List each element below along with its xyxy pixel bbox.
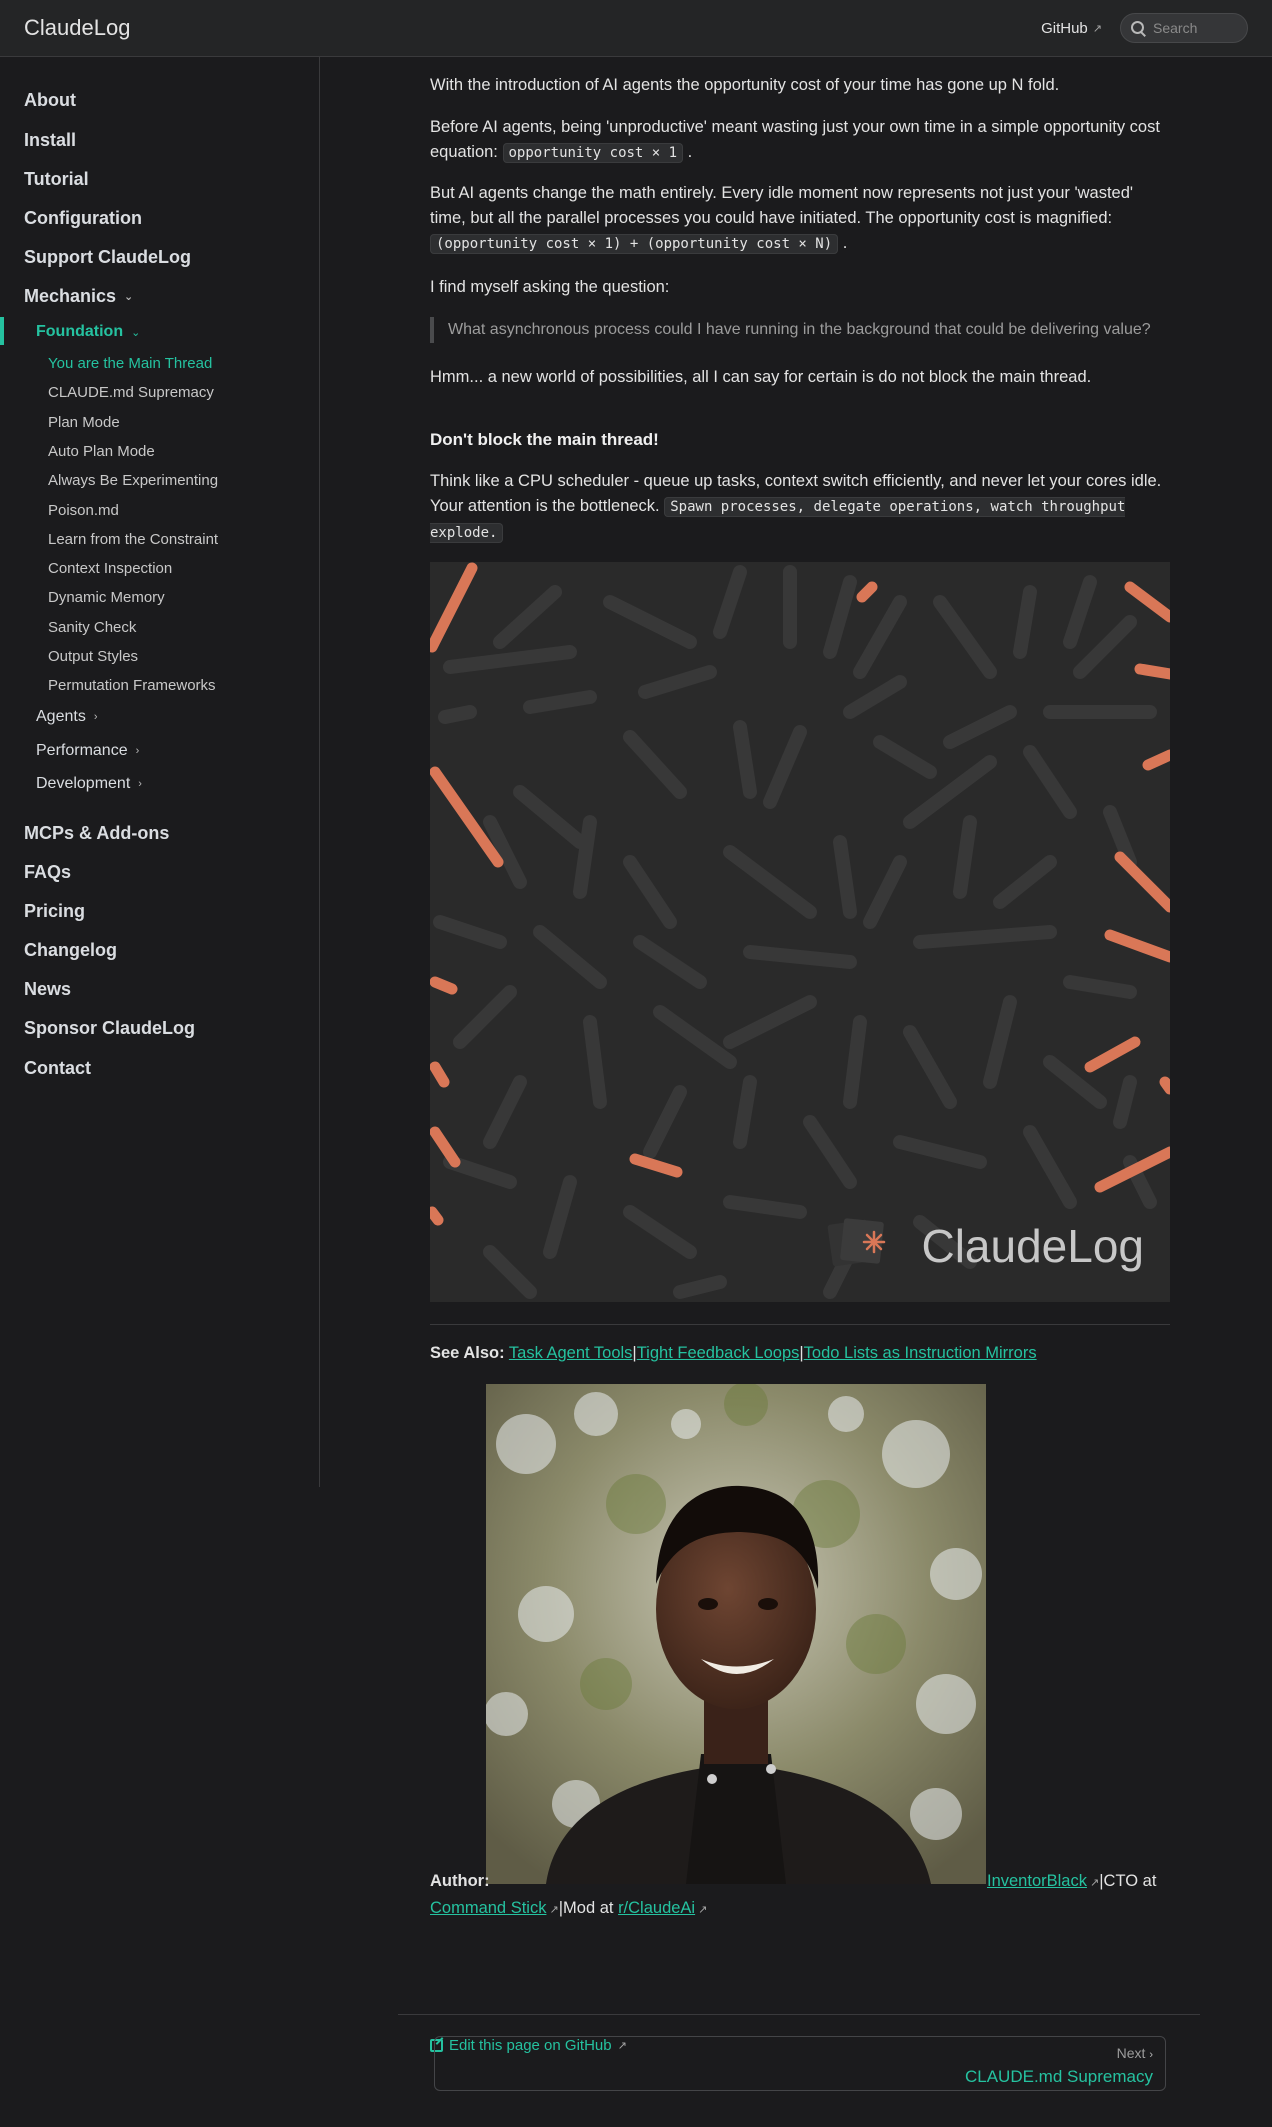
inline-code: opportunity cost × 1 — [502, 143, 684, 163]
sidebar-item-main-thread[interactable]: You are the Main Thread — [48, 355, 212, 372]
sidebar-item-tutorial[interactable]: Tutorial — [24, 169, 89, 190]
github-label: GitHub — [1041, 19, 1088, 37]
sidebar-item-performance[interactable]: Performance › — [36, 742, 139, 760]
paragraph-agents-math: But AI agents change the math entirely. … — [430, 184, 1134, 254]
author-line: Author: InventorBlack ↗|CTO at Command St… — [430, 1869, 1170, 1923]
sidebar-item-label: Performance — [36, 742, 128, 759]
sidebar-item-label: Tutorial — [24, 169, 89, 189]
paragraph-cpu-scheduler: Think like a CPU scheduler - queue up ta… — [430, 469, 1170, 546]
external-link-icon: ↗ — [1092, 22, 1102, 35]
paragraph-intro: With the introduction of AI agents the o… — [430, 76, 1060, 94]
section-heading: Don't block the main thread! — [430, 430, 659, 449]
sidebar-item-label: Agents — [36, 708, 86, 725]
sidebar-item-label: About — [24, 90, 76, 110]
author-link[interactable]: InventorBlack — [987, 1872, 1087, 1890]
top-navbar: ClaudeLog GitHub ↗ Search — [0, 0, 1272, 57]
paragraph-before-agents: Before AI agents, being 'unproductive' m… — [430, 118, 1160, 163]
sidebar-item-plan-mode[interactable]: Plan Mode — [48, 414, 120, 431]
pagination-next-title: CLAUDE.md Supremacy — [964, 2067, 1153, 2086]
see-also: See Also: Task Agent Tools|Tight Feedbac… — [430, 1344, 1037, 1362]
sidebar-item-foundation[interactable]: Foundation ⌄ — [36, 323, 140, 341]
sidebar-item-label: Foundation — [36, 323, 124, 340]
sidebar-item-claude-md-supremacy[interactable]: CLAUDE.md Supremacy — [48, 384, 214, 401]
blockquote: What asynchronous process could I have r… — [430, 317, 1170, 343]
sidebar-item-pricing[interactable]: Pricing — [24, 901, 85, 922]
sidebar-item-experimenting[interactable]: Always Be Experimenting — [48, 472, 218, 489]
sidebar-item-contact[interactable]: Contact — [24, 1058, 91, 1079]
sidebar-item-context-inspection[interactable]: Context Inspection — [48, 560, 172, 577]
sidebar-item-changelog[interactable]: Changelog — [24, 940, 117, 961]
search-icon — [1131, 20, 1146, 36]
sidebar-item-label: News — [24, 979, 72, 999]
github-link[interactable]: GitHub ↗ — [1041, 20, 1102, 37]
sidebar-item-label: Support ClaudeLog — [24, 247, 191, 267]
sidebar-item-mechanics[interactable]: Mechanics ⌄ — [24, 286, 133, 307]
chevron-right-icon: › — [93, 711, 98, 723]
external-link-icon: ↗ — [546, 1904, 559, 1916]
active-indicator — [0, 317, 4, 345]
hero-wordmark: ClaudeLog — [921, 1220, 1144, 1272]
inline-code: (opportunity cost × 1) + (opportunity co… — [430, 234, 839, 254]
sidebar-item-constraint[interactable]: Learn from the Constraint — [48, 531, 218, 548]
claudelog-logo-mark — [827, 1218, 886, 1267]
sidebar: About Install Tutorial Configuration Sup… — [0, 57, 320, 1487]
sidebar-item-label: Mechanics — [24, 286, 117, 306]
sidebar-item-poison-md[interactable]: Poison.md — [48, 502, 119, 519]
search-placeholder: Search — [1153, 20, 1198, 36]
paragraph-text: But AI agents change the math entirely. … — [430, 184, 1134, 227]
sidebar-item-label: Changelog — [24, 940, 117, 960]
sidebar-item-label: Development — [36, 775, 131, 792]
sidebar-item-faqs[interactable]: FAQs — [24, 862, 71, 883]
sidebar-item-dynamic-memory[interactable]: Dynamic Memory — [48, 589, 165, 606]
sidebar-item-label: FAQs — [24, 862, 72, 882]
sidebar-item-about[interactable]: About — [24, 90, 76, 111]
author-avatar — [486, 1384, 986, 1884]
link-tight-feedback-loops[interactable]: Tight Feedback Loops — [637, 1344, 800, 1362]
divider — [430, 1324, 1170, 1325]
pagination-next-label: Next › — [1116, 2045, 1153, 2061]
sidebar-item-agents[interactable]: Agents › — [36, 708, 97, 726]
sidebar-item-install[interactable]: Install — [24, 130, 76, 151]
cto-text: |CTO at — [1099, 1872, 1157, 1890]
link-todo-lists[interactable]: Todo Lists as Instruction Mirrors — [804, 1344, 1037, 1362]
company-link[interactable]: Command Stick — [430, 1899, 546, 1917]
hero-illustration: ClaudeLog — [430, 562, 1170, 1302]
starburst-pattern: ClaudeLog — [430, 562, 1170, 1299]
sidebar-item-sponsor[interactable]: Sponsor ClaudeLog — [24, 1018, 195, 1039]
sidebar-item-mcps[interactable]: MCPs & Add-ons — [24, 823, 169, 844]
sidebar-item-label: Pricing — [24, 901, 86, 921]
brand-logo[interactable]: ClaudeLog — [24, 15, 130, 41]
sidebar-item-sanity-check[interactable]: Sanity Check — [48, 619, 136, 636]
external-link-icon: ↗ — [1086, 1877, 1100, 1889]
sidebar-item-permutation[interactable]: Permutation Frameworks — [48, 677, 216, 694]
sidebar-item-label: Install — [24, 130, 77, 150]
chevron-right-icon: › — [138, 778, 142, 790]
chevron-down-icon: ⌄ — [124, 291, 134, 303]
paragraph-possibilities: Hmm... a new world of possibilities, all… — [430, 368, 1092, 386]
subreddit-link[interactable]: r/ClaudeAi — [618, 1899, 695, 1917]
sidebar-item-label: Configuration — [24, 208, 142, 228]
sidebar-item-label: MCPs & Add-ons — [24, 823, 170, 843]
sidebar-item-support[interactable]: Support ClaudeLog — [24, 247, 191, 268]
chevron-right-icon: › — [1149, 2049, 1153, 2061]
sidebar-item-news[interactable]: News — [24, 979, 71, 1000]
link-task-agent-tools[interactable]: Task Agent Tools — [509, 1344, 633, 1362]
sidebar-item-development[interactable]: Development › — [36, 775, 142, 793]
sidebar-item-configuration[interactable]: Configuration — [24, 208, 142, 229]
paragraph-question: I find myself asking the question: — [430, 278, 670, 296]
sidebar-item-auto-plan-mode[interactable]: Auto Plan Mode — [48, 443, 155, 460]
external-link-icon: ↗ — [695, 1904, 708, 1916]
chevron-right-icon: › — [135, 745, 140, 757]
see-also-label: See Also: — [430, 1344, 505, 1362]
navbar-right: GitHub ↗ Search — [1041, 13, 1248, 43]
sidebar-item-label: Contact — [24, 1058, 91, 1078]
author-label: Author: — [430, 1872, 490, 1890]
sidebar-item-output-styles[interactable]: Output Styles — [48, 648, 138, 665]
footer-divider — [398, 2014, 1200, 2015]
search-button[interactable]: Search — [1120, 13, 1248, 43]
pagination-next[interactable]: Next › CLAUDE.md Supremacy — [434, 2036, 1166, 2091]
sidebar-item-label: Sponsor ClaudeLog — [24, 1018, 195, 1038]
chevron-down-icon: ⌄ — [131, 326, 141, 339]
mod-text: |Mod at — [558, 1899, 614, 1917]
